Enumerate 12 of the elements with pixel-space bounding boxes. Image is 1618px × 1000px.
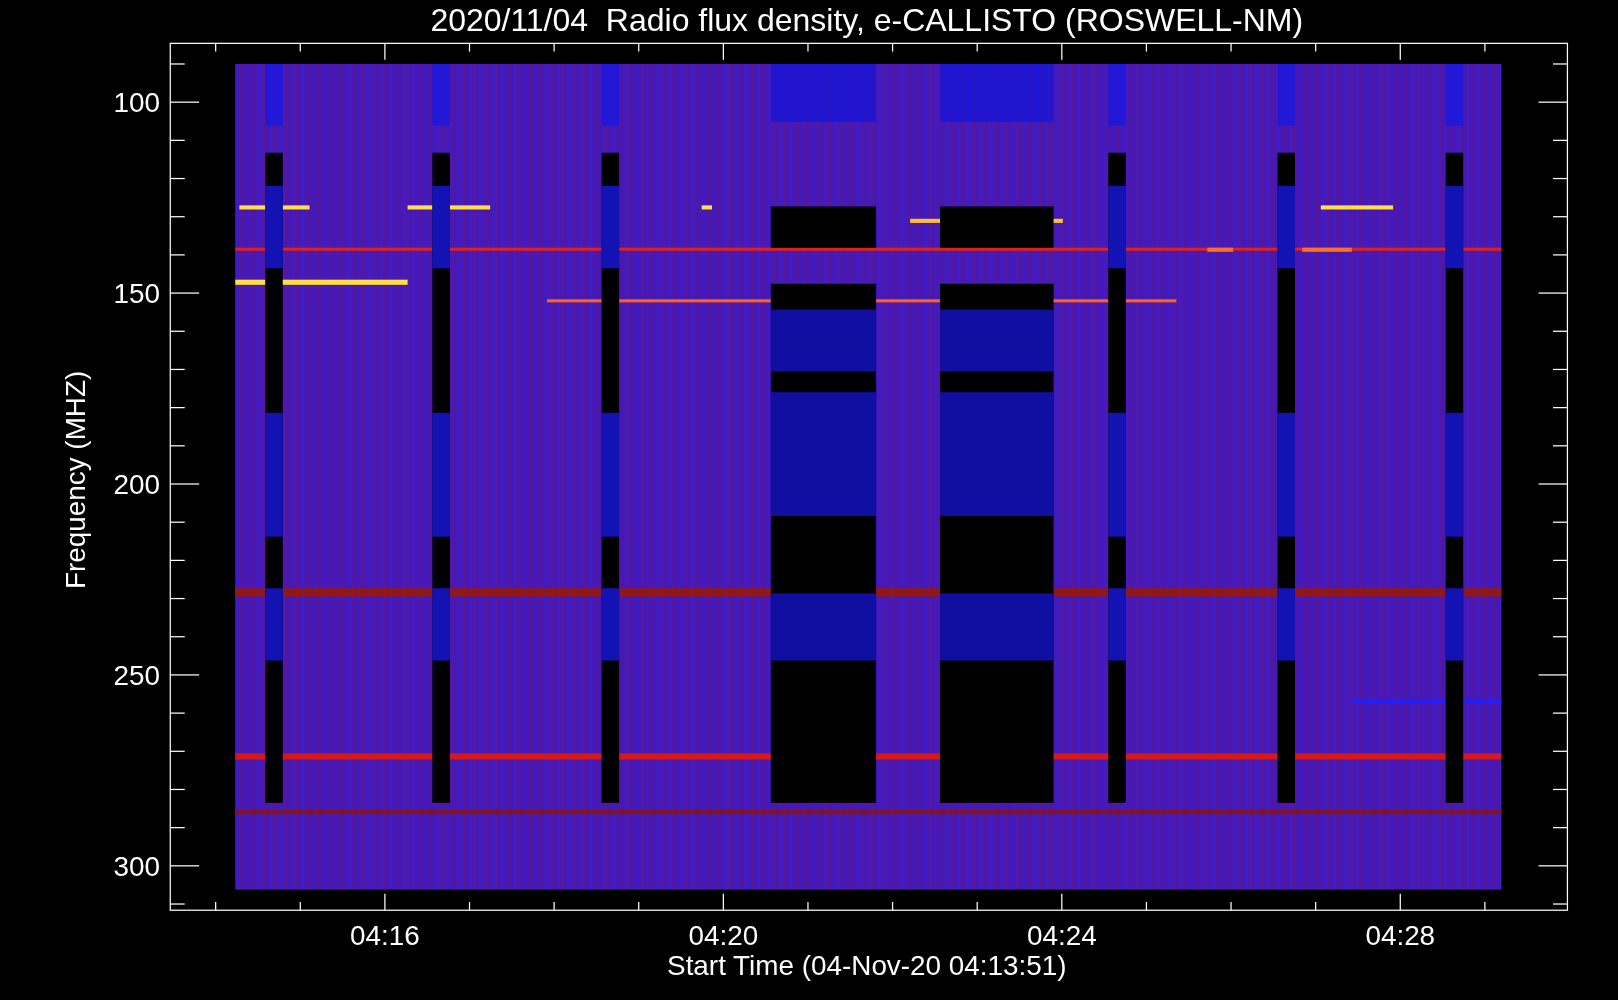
- tick-label: 04:20: [688, 920, 759, 952]
- tick-label: 100: [113, 87, 160, 119]
- tick-label: 04:24: [1026, 920, 1097, 952]
- tick-label: 300: [113, 851, 160, 883]
- axis-label: Frequency (MHZ): [59, 370, 91, 589]
- axis-label: Start Time (04-Nov-20 04:13:51): [667, 950, 1067, 982]
- tick-label: 250: [113, 660, 160, 692]
- tick-label: 150: [113, 278, 160, 310]
- chart-title: 2020/11/04 Radio flux density, e-CALLISTO (ROSWELL-NM): [430, 1, 1304, 38]
- tick-label: 04:28: [1365, 920, 1436, 952]
- tick-label: 04:16: [350, 920, 420, 952]
- tick-label: 200: [113, 469, 160, 501]
